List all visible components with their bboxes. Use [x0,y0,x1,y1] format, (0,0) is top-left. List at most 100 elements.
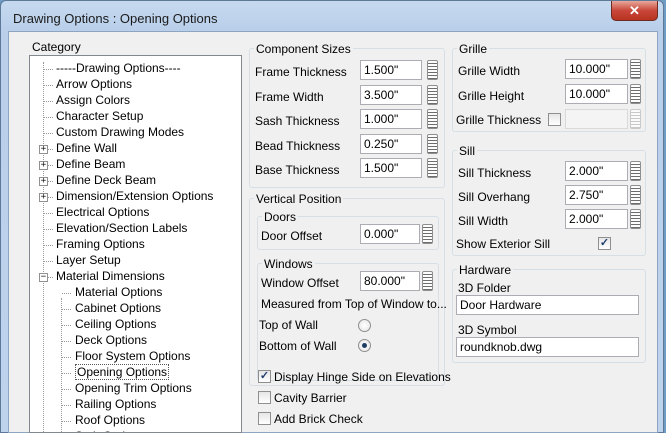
tree-item[interactable]: Layer Setup [56,253,121,269]
3d-folder-input[interactable]: Door Hardware [456,295,639,315]
bottom-of-wall-radio[interactable] [358,339,371,352]
tree-item[interactable]: -----Drawing Options---- [56,61,181,77]
tree-connector [62,373,71,374]
grille-height-label: Grille Height [458,89,525,103]
tree-item[interactable]: Ceiling Options [75,317,156,333]
tree-connector [44,245,53,246]
tree-item[interactable]: Material Options [75,285,162,301]
component-size-label: Frame Width [255,89,324,104]
tree-item-label: Material Dimensions [56,269,165,283]
tree-item-label: Material Options [75,285,163,299]
tree-item-label: Opening Trim Options [75,381,192,395]
tree-item[interactable]: Cabinet Options [75,301,161,317]
grille-width-spinner[interactable] [630,59,641,79]
window-offset-input[interactable]: 80.000" [360,271,420,291]
sill-overhang-label: Sill Overhang [458,190,531,204]
door-offset-spinner[interactable] [422,224,433,244]
grille-height-input[interactable]: 10.000" [565,84,628,104]
3d-symbol-label: 3D Symbol [458,323,517,337]
tree-connector [44,213,53,214]
add-brick-check-checkbox[interactable] [258,412,271,425]
tree-item[interactable]: Opening Trim Options [75,381,192,397]
3d-folder-label: 3D Folder [458,281,511,295]
tree-item[interactable]: Define Wall [56,141,117,157]
tree-item-label: Define Wall [56,141,117,155]
tree-item[interactable]: Define Deck Beam [56,173,156,189]
tree-connector [44,261,53,262]
tree-item[interactable]: Assign Colors [56,93,130,109]
sill-width-input[interactable]: 2.000" [565,209,628,229]
component-size-input[interactable]: 0.250" [360,133,422,154]
display-hinge-checkbox[interactable]: ✓ [258,370,271,383]
sill-title: Sill [457,144,478,158]
tree-item-label: Framing Options [56,237,145,251]
tree-item[interactable]: Electrical Options [56,205,149,221]
sill-width-label: Sill Width [458,214,509,228]
close-button[interactable]: ✕ [611,1,658,21]
component-size-spinner[interactable] [427,84,438,105]
title-bar[interactable]: Drawing Options : Opening Options ✕ [1,1,663,31]
show-exterior-sill-checkbox[interactable]: ✓ [598,237,611,250]
window-offset-spinner[interactable] [422,271,433,291]
component-size-input[interactable]: 1.500" [360,60,422,80]
tree-item[interactable]: Roof Options [75,413,145,429]
sill-width-spinner[interactable] [630,209,641,229]
category-tree[interactable]: -----Drawing Options---- Arrow Options Ass… [29,55,242,433]
add-brick-check-label[interactable]: Add Brick Check [274,412,363,426]
top-of-wall-radio[interactable] [358,319,371,332]
tree-expander-icon[interactable]: + [39,193,48,202]
tree-connector [44,117,53,118]
sill-overhang-spinner[interactable] [630,185,641,205]
tree-connector [62,421,71,422]
top-of-wall-label: Top of Wall [259,318,318,332]
component-size-spinner[interactable] [427,109,438,129]
grille-thickness-checkbox[interactable] [548,113,561,126]
tree-item[interactable]: Opening Options [75,364,170,381]
component-size-spinner[interactable] [427,60,438,80]
grille-width-input[interactable]: 10.000" [565,59,628,79]
show-exterior-sill-label: Show Exterior Sill [456,237,551,251]
tree-item[interactable]: Elevation/Section Labels [56,221,187,237]
tree-connector [44,101,53,102]
tree-expander-icon[interactable]: + [39,145,48,154]
cavity-barrier-checkbox[interactable] [258,391,271,404]
tree-item[interactable]: Arrow Options [56,77,132,93]
tree-expander-icon[interactable]: + [39,177,48,186]
component-size-spinner[interactable] [427,158,438,178]
tree-expander-icon[interactable]: + [39,161,48,170]
tree-item[interactable]: Deck Options [75,333,147,349]
tree-item-label: Define Deck Beam [56,173,157,187]
tree-connector [62,357,71,358]
grille-title: Grille [457,42,490,56]
tree-item[interactable]: Character Setup [56,109,143,125]
tree-item-label: Railing Options [75,397,157,411]
tree-connector [62,325,71,326]
tree-item[interactable]: Define Beam [56,157,125,173]
sill-overhang-input[interactable]: 2.750" [565,185,628,205]
component-size-spinner[interactable] [427,133,438,154]
tree-item[interactable]: Framing Options [56,237,145,253]
tree-item[interactable]: Material Dimensions [56,269,165,285]
3d-symbol-input[interactable]: roundknob.dwg [456,337,639,357]
sill-thickness-input[interactable]: 2.000" [565,161,628,181]
tree-item[interactable]: Dimension/Extension Options [56,189,213,205]
door-offset-input[interactable]: 0.000" [360,224,420,244]
tree-expander-icon[interactable]: − [39,273,48,282]
component-size-input[interactable]: 1.500" [360,158,422,178]
tree-item-label: Assign Colors [56,93,131,107]
sill-thickness-spinner[interactable] [630,161,641,181]
component-size-input[interactable]: 3.500" [360,84,422,105]
display-hinge-label[interactable]: Display Hinge Side on Elevations [274,370,451,384]
grille-thickness-spinner [630,109,641,129]
tree-item[interactable]: Stair Options [75,429,144,432]
tree-item[interactable]: Railing Options [75,397,156,413]
tree-item[interactable]: Custom Drawing Modes [56,125,184,141]
tree-item[interactable]: Floor System Options [75,349,190,365]
component-size-input[interactable]: 1.000" [360,109,422,129]
grille-height-spinner[interactable] [630,84,641,104]
component-size-label: Bead Thickness [255,138,341,153]
cavity-barrier-label[interactable]: Cavity Barrier [274,391,347,405]
tree-item-label: Deck Options [75,333,148,347]
vertical-position-title: Vertical Position [254,192,344,206]
component-size-label: Base Thickness [255,163,340,177]
